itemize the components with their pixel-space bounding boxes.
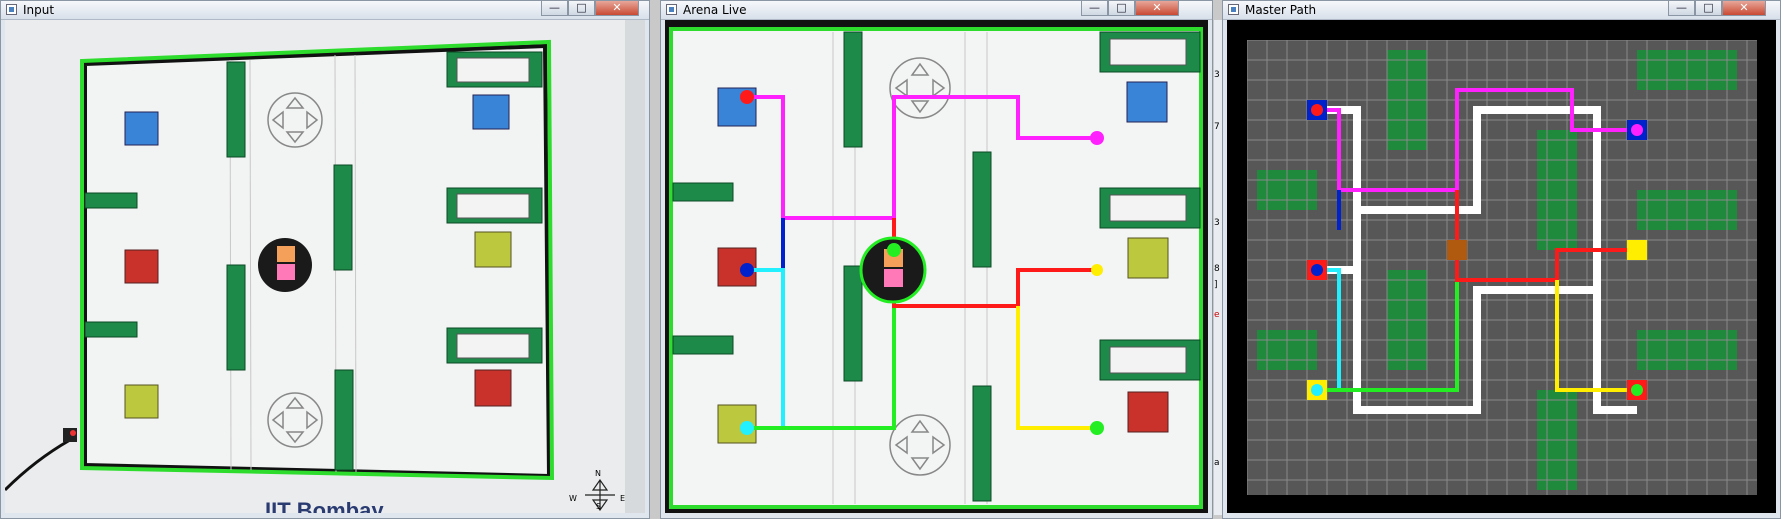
side-glyph: 7 xyxy=(1214,122,1220,132)
side-glyph: 3 xyxy=(1214,218,1220,228)
input-camera-view: N W E S IIT Bombay xyxy=(5,20,645,513)
arena-live-svg xyxy=(665,20,1208,513)
side-glyph: a xyxy=(1214,458,1220,468)
minimize-button[interactable]: — xyxy=(1081,1,1108,16)
master-grid-svg xyxy=(1227,20,1776,513)
window-title: Master Path xyxy=(1245,3,1317,17)
master-titlebar[interactable]: Master Path — □ ✕ xyxy=(1223,1,1780,20)
background-window-strip: 3 7 3 8 ] e a xyxy=(1214,20,1222,515)
master-path-window: Master Path — □ ✕ xyxy=(1222,0,1781,519)
camera-frame-svg xyxy=(5,20,645,513)
window-title: Input xyxy=(23,3,55,17)
app-icon xyxy=(6,4,17,15)
maximize-button[interactable]: □ xyxy=(568,1,595,16)
master-path-grid-view xyxy=(1227,20,1776,513)
side-glyph: e xyxy=(1214,310,1220,320)
arena-live-view xyxy=(665,20,1208,513)
close-button[interactable]: ✕ xyxy=(595,1,639,16)
app-icon xyxy=(666,4,677,15)
arena-window: Arena Live — □ ✕ xyxy=(660,0,1213,519)
compass-w: W xyxy=(569,494,577,503)
input-titlebar[interactable]: Input — □ ✕ xyxy=(1,1,649,20)
footer-logo-text: IIT Bombay xyxy=(265,498,384,513)
compass-s: S xyxy=(596,502,602,511)
maximize-button[interactable]: □ xyxy=(1108,1,1135,16)
minimize-button[interactable]: — xyxy=(541,1,568,16)
side-glyph: 3 xyxy=(1214,70,1220,80)
side-glyph: 8 xyxy=(1214,264,1220,274)
minimize-button[interactable]: — xyxy=(1668,1,1695,16)
close-button[interactable]: ✕ xyxy=(1722,1,1766,16)
window-title: Arena Live xyxy=(683,3,747,17)
compass-n: N xyxy=(595,469,601,478)
maximize-button[interactable]: □ xyxy=(1695,1,1722,16)
arena-titlebar[interactable]: Arena Live — □ ✕ xyxy=(661,1,1212,20)
input-window: Input — □ ✕ N W E S IIT Bombay xyxy=(0,0,650,519)
app-icon xyxy=(1228,4,1239,15)
close-button[interactable]: ✕ xyxy=(1135,1,1179,16)
compass-e: E xyxy=(620,494,626,503)
side-glyph: ] xyxy=(1214,280,1218,290)
